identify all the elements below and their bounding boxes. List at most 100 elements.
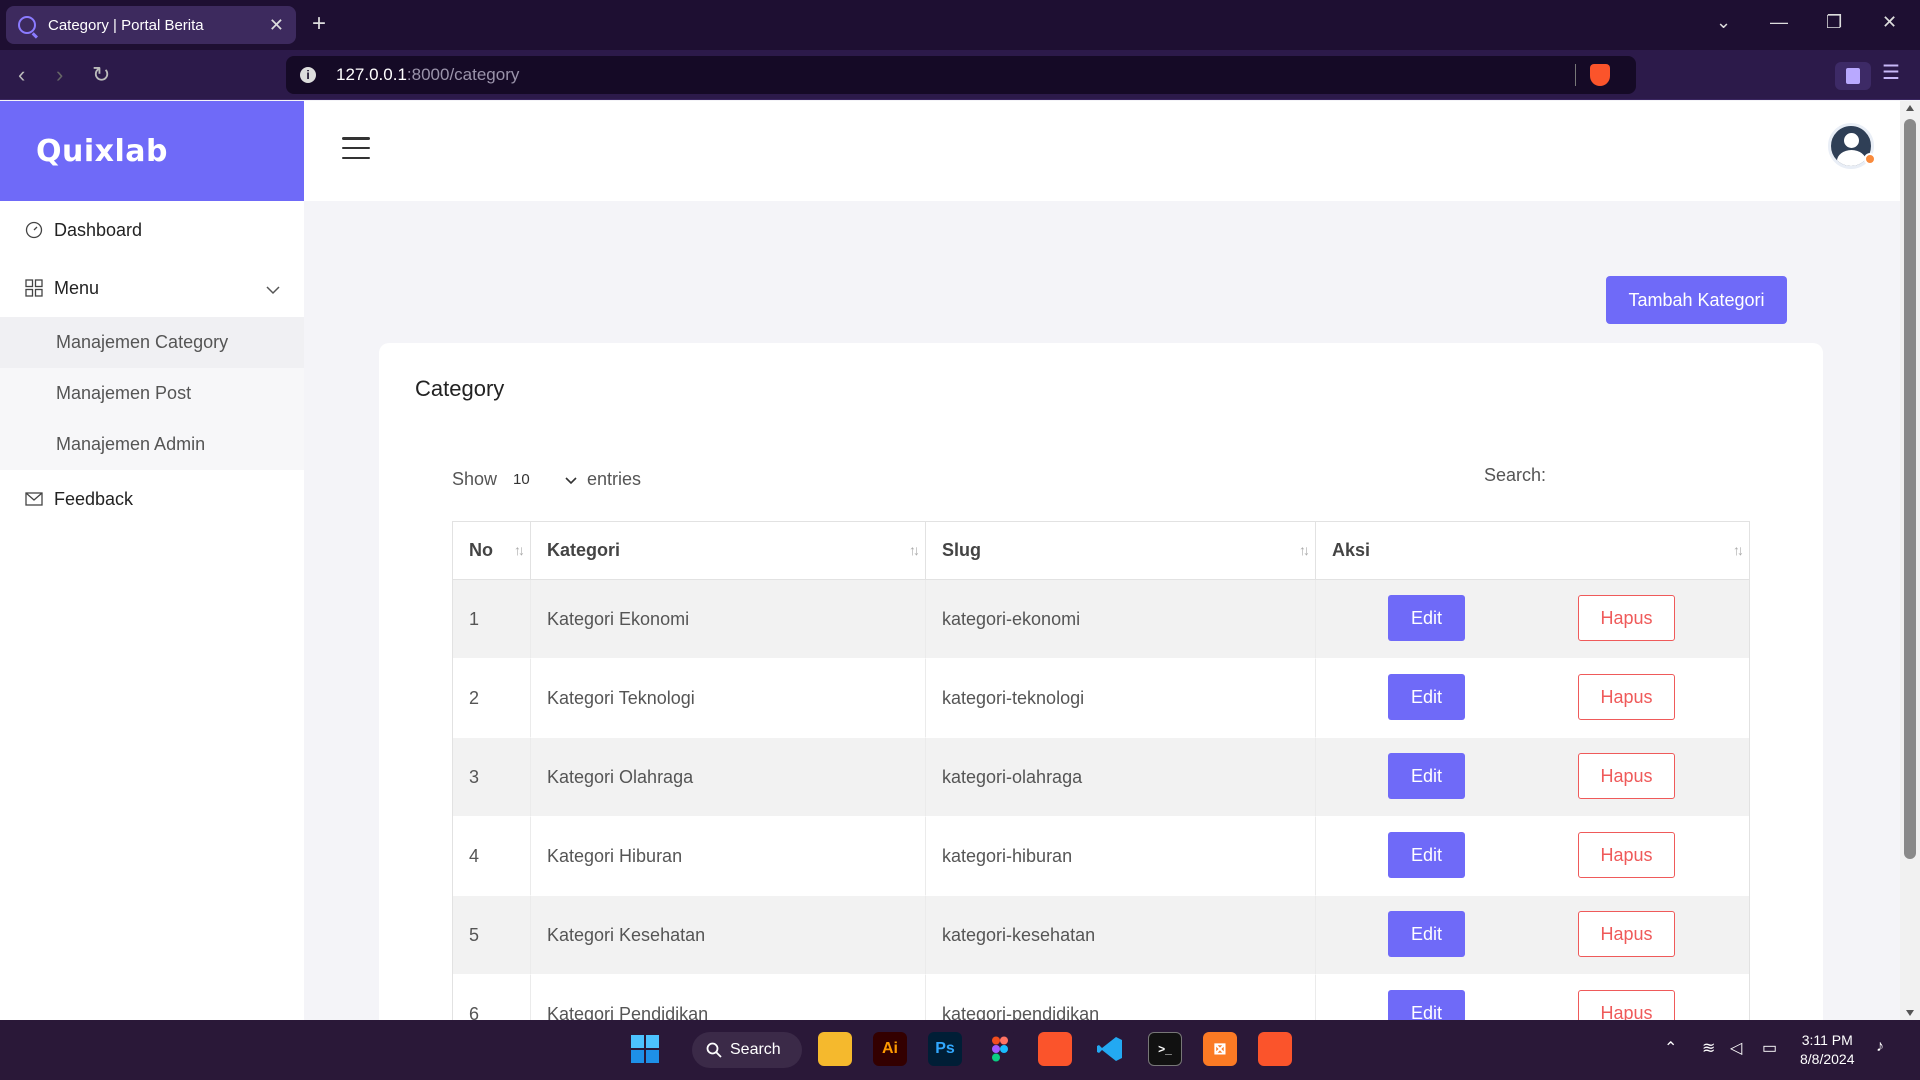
sidebar-item-menu[interactable]: Menu (0, 259, 304, 317)
address-bar[interactable]: i 127.0.0.1:8000/category (286, 56, 1636, 94)
cell-kategori: Kategori Teknologi (531, 659, 926, 738)
envelope-icon (24, 489, 44, 509)
file-explorer-icon[interactable] (818, 1032, 852, 1066)
sidebar-item-manajemen-category[interactable]: Manajemen Category (0, 317, 304, 368)
delete-button[interactable]: Hapus (1578, 753, 1675, 799)
delete-button[interactable]: Hapus (1578, 911, 1675, 957)
scrollbar-thumb[interactable] (1904, 119, 1916, 859)
table-header-row: No ↑↓ Kategori ↑↓ Slug ↑↓ Aksi ↑↓ (453, 522, 1749, 580)
delete-button[interactable]: Hapus (1578, 595, 1675, 641)
sidebar-item-label: Dashboard (54, 219, 143, 240)
cell-no: 4 (453, 817, 531, 896)
cell-kategori: Kategori Hiburan (531, 817, 926, 896)
table-row: 4 Kategori Hiburan kategori-hiburan Edit… (453, 817, 1749, 896)
xampp-icon[interactable]: ⊠ (1203, 1032, 1237, 1066)
info-icon[interactable]: i (300, 67, 316, 83)
add-category-button[interactable]: Tambah Kategori (1606, 276, 1787, 324)
cell-aksi: Edit Hapus (1316, 659, 1749, 738)
entries-length-control: Show 10 entries (452, 464, 641, 494)
edit-button[interactable]: Edit (1388, 595, 1465, 641)
menu-icon[interactable]: ☰ (1882, 60, 1900, 85)
terminal-icon[interactable]: >_ (1148, 1032, 1182, 1066)
edit-button[interactable]: Edit (1388, 832, 1465, 878)
window-close-button[interactable]: ✕ (1882, 12, 1897, 33)
edit-button[interactable]: Edit (1388, 911, 1465, 957)
illustrator-icon[interactable]: Ai (873, 1032, 907, 1066)
battery-icon[interactable]: ▭ (1762, 1038, 1777, 1058)
volume-icon[interactable]: ◁ (1730, 1038, 1742, 1058)
browser-titlebar: Category | Portal Berita ✕ + ⌄ — ❐ ✕ (0, 0, 1920, 50)
sort-icon[interactable]: ↑↓ (1733, 542, 1744, 558)
figma-icon[interactable] (983, 1032, 1017, 1066)
scroll-down-icon[interactable] (1906, 1010, 1914, 1016)
chevron-up-icon[interactable]: ⌃ (1664, 1038, 1677, 1058)
speedometer-icon (24, 220, 44, 240)
chevron-down-icon (565, 472, 577, 489)
edit-button[interactable]: Edit (1388, 753, 1465, 799)
sidebar-item-dashboard[interactable]: Dashboard (0, 201, 304, 259)
column-header-no[interactable]: No ↑↓ (453, 522, 531, 580)
notification-bell-icon[interactable]: ♪ (1876, 1038, 1884, 1056)
search-icon (706, 1042, 722, 1058)
new-tab-button[interactable]: + (312, 10, 326, 38)
table-row: 3 Kategori Olahraga kategori-olahraga Ed… (453, 738, 1749, 817)
entries-label: entries (587, 468, 642, 489)
table-row: 5 Kategori Kesehatan kategori-kesehatan … (453, 896, 1749, 975)
cell-aksi: Edit Hapus (1316, 817, 1749, 896)
back-button[interactable]: ‹ (18, 62, 25, 88)
submenu: Manajemen Category Manajemen Post Manaje… (0, 317, 304, 470)
delete-button[interactable]: Hapus (1578, 674, 1675, 720)
sort-icon[interactable]: ↑↓ (514, 542, 525, 558)
chevron-down-icon[interactable]: ⌄ (1716, 12, 1731, 33)
card-title: Category (415, 376, 505, 401)
delete-button[interactable]: Hapus (1578, 832, 1675, 878)
cell-no: 1 (453, 580, 531, 659)
vscode-icon[interactable] (1093, 1032, 1127, 1066)
reload-button[interactable]: ↻ (92, 62, 110, 88)
sidebar-item-manajemen-admin[interactable]: Manajemen Admin (0, 419, 304, 470)
taskbar-search-label: Search (730, 1041, 781, 1058)
cell-aksi: Edit Hapus (1316, 738, 1749, 817)
sort-icon[interactable]: ↑↓ (909, 542, 920, 558)
table-row: 2 Kategori Teknologi kategori-teknologi … (453, 659, 1749, 738)
category-card: Category Show 10 entries Search: No ↑↓ Ka… (379, 343, 1823, 1055)
sidebar-item-label: Menu (54, 277, 100, 298)
wallet-icon[interactable] (1835, 62, 1871, 90)
minimize-button[interactable]: — (1770, 12, 1788, 33)
wifi-icon[interactable]: ≋ (1702, 1038, 1715, 1058)
close-icon[interactable]: ✕ (269, 15, 284, 36)
browser-toolbar: ‹ › ↻ i 127.0.0.1:8000/category ☰ (0, 50, 1920, 100)
browser-tab[interactable]: Category | Portal Berita ✕ (6, 6, 296, 44)
cell-slug: kategori-olahraga (926, 738, 1316, 817)
cell-kategori: Kategori Kesehatan (531, 896, 926, 975)
clock-time: 3:11 PM (1801, 1032, 1853, 1048)
url-path: :8000/category (406, 65, 520, 84)
page-scrollbar[interactable] (1900, 101, 1920, 1020)
column-header-kategori[interactable]: Kategori ↑↓ (531, 522, 926, 580)
edit-button[interactable]: Edit (1388, 674, 1465, 720)
brave-shield-icon[interactable] (1590, 64, 1610, 86)
restore-button[interactable]: ❐ (1826, 12, 1842, 33)
cell-kategori: Kategori Olahraga (531, 738, 926, 817)
sort-icon[interactable]: ↑↓ (1299, 542, 1310, 558)
category-table: No ↑↓ Kategori ↑↓ Slug ↑↓ Aksi ↑↓ 1 Kategori… (452, 521, 1750, 1055)
column-header-aksi[interactable]: Aksi ↑↓ (1316, 522, 1749, 580)
brave-browser-icon[interactable] (1258, 1032, 1292, 1066)
scroll-up-icon[interactable] (1906, 105, 1914, 111)
table-row: 1 Kategori Ekonomi kategori-ekonomi Edit… (453, 580, 1749, 659)
brand-logo[interactable]: Quixlab (0, 101, 304, 201)
photoshop-icon[interactable]: Ps (928, 1032, 962, 1066)
sidebar-item-feedback[interactable]: Feedback (0, 470, 304, 528)
cell-slug: kategori-hiburan (926, 817, 1316, 896)
windows-start-icon[interactable] (628, 1032, 662, 1066)
hamburger-menu-icon[interactable] (342, 137, 370, 159)
taskbar-search[interactable]: Search (692, 1032, 802, 1068)
column-header-slug[interactable]: Slug ↑↓ (926, 522, 1316, 580)
cell-no: 2 (453, 659, 531, 738)
entries-select[interactable]: 10 (503, 464, 581, 494)
sidebar-item-label: Feedback (54, 488, 134, 509)
brave-nightly-icon[interactable] (1038, 1032, 1072, 1066)
taskbar-clock[interactable]: 3:11 PM 8/8/2024 (1800, 1031, 1855, 1069)
forward-button[interactable]: › (56, 62, 63, 88)
sidebar-item-manajemen-post[interactable]: Manajemen Post (0, 368, 304, 419)
